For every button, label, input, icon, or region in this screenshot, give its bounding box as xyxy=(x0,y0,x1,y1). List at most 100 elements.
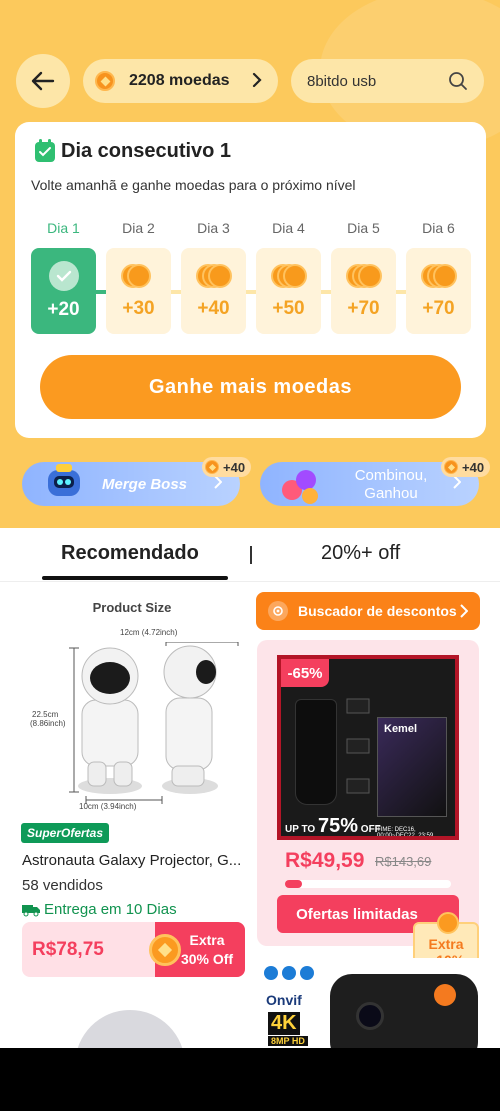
resolution-badge: 4K xyxy=(268,1012,300,1035)
day-label: Dia 4 xyxy=(272,220,305,236)
chevron-right-icon xyxy=(214,475,222,489)
promo-dates: TIME: DEC16, 00:00~DEC22, 23:59 xyxy=(377,827,434,839)
camera-lens xyxy=(356,1002,384,1030)
coin-icon xyxy=(149,934,181,966)
dim-width-label: 12cm (4.72inch) xyxy=(120,628,178,637)
truck-icon xyxy=(22,904,40,916)
super-ofertas-badge: SuperOfertas xyxy=(21,823,110,843)
active-tab-indicator xyxy=(42,576,228,580)
deal-finder-button[interactable]: Buscador de descontos xyxy=(256,592,480,630)
coins-balance-button[interactable]: 2208 moedas xyxy=(83,59,278,103)
deal-old-price: R$143,69 xyxy=(375,854,432,869)
earn-more-coins-button[interactable]: Ganhe mais moedas xyxy=(40,355,461,419)
megapixel-badge: 8MP HD xyxy=(268,1036,308,1046)
coins-icon xyxy=(195,262,232,290)
back-button[interactable] xyxy=(16,54,70,108)
camera-product-image[interactable]: Onvif 4K 8MP HD xyxy=(258,958,482,1048)
combinou-ganhou-bonus: +40 xyxy=(441,457,491,477)
checkin-day-6[interactable]: Dia 6 +70 xyxy=(406,220,471,334)
onvif-logo: Onvif xyxy=(266,992,302,1008)
shipping-info: Entrega em 10 Dias xyxy=(22,901,177,918)
checkin-title: Dia consecutivo 1 xyxy=(35,138,231,163)
coins-icon xyxy=(120,262,157,290)
coin-icon xyxy=(205,460,219,474)
orange-arrow-icon xyxy=(434,984,456,1006)
day-label: Dia 5 xyxy=(347,220,380,236)
checkin-days: Dia 1 +20 Dia 2 +30 Dia 3 +40 Dia 4 +50 Dia 5 +70… xyxy=(31,220,486,340)
radar-icon xyxy=(268,601,288,621)
checkin-day-3[interactable]: Dia 3 +40 xyxy=(181,220,246,334)
tab-discount[interactable]: 20%+ off xyxy=(321,542,400,565)
coin-icon xyxy=(444,460,458,474)
feed-tabs: Recomendado 20%+ off xyxy=(0,528,500,582)
checkin-day-1[interactable]: Dia 1 +20 xyxy=(31,220,96,334)
deal-price: R$49,59 xyxy=(285,849,365,872)
day-reward-amount: +70 xyxy=(422,298,455,319)
chevron-right-icon xyxy=(460,604,468,618)
day-reward-box: +50 xyxy=(256,248,321,334)
merge-boss-label: Merge Boss xyxy=(102,476,188,493)
check-icon xyxy=(48,261,79,291)
dim-base-label: 10cm (3.94inch) xyxy=(79,802,137,811)
arrow-left-icon xyxy=(31,71,55,91)
feature-icons xyxy=(264,966,314,980)
dimension-lines xyxy=(69,642,239,804)
tab-recommended[interactable]: Recomendado xyxy=(61,542,199,565)
combinou-ganhou-label: Combinou, Ganhou xyxy=(354,467,428,502)
day-label: Dia 6 xyxy=(422,220,455,236)
coins-icon xyxy=(420,262,457,290)
day-reward-amount: +40 xyxy=(197,298,230,319)
robot-mascot-icon xyxy=(48,464,80,496)
coins-icon xyxy=(345,262,382,290)
image-heading: Product Size xyxy=(92,600,172,615)
product-card-astronaut[interactable]: Product Size 12cm (4.72inch) 22.5cm (8.8… xyxy=(16,596,248,811)
merge-boss-bonus: +40 xyxy=(202,457,252,477)
calendar-check-icon xyxy=(35,138,55,162)
camera-body xyxy=(330,974,478,1048)
dim-height-inch-label: (8.86inch) xyxy=(30,719,66,728)
search-icon[interactable] xyxy=(448,71,468,91)
coin-icon xyxy=(95,71,115,91)
checkin-day-2[interactable]: Dia 2 +30 xyxy=(106,220,171,334)
chevron-right-icon xyxy=(453,475,461,489)
day-reward-amount: +30 xyxy=(122,298,155,319)
day-reward-amount: +70 xyxy=(347,298,380,319)
day-reward-box: +20 xyxy=(31,248,96,334)
day-reward-box: +30 xyxy=(106,248,171,334)
dim-height-label: 22.5cm xyxy=(32,710,59,719)
rewards-header-section: 2208 moedas 8bitdo usb Dia consecutivo 1… xyxy=(0,0,500,530)
stock-progress-bar xyxy=(285,880,451,888)
chevron-right-icon xyxy=(252,72,262,88)
checkin-day-5[interactable]: Dia 5 +70 xyxy=(331,220,396,334)
product-title[interactable]: Astronauta Galaxy Projector, G... xyxy=(22,852,244,869)
clipper-image xyxy=(295,699,337,805)
product-price: R$78,75 xyxy=(32,939,104,960)
coins-balance: 2208 moedas xyxy=(129,72,230,89)
day-reward-box: +70 xyxy=(406,248,471,334)
checkin-subtitle: Volte amanhã e ganhe moedas para o próxi… xyxy=(31,177,356,193)
day-label: Dia 1 xyxy=(47,220,80,236)
day-reward-amount: +50 xyxy=(272,298,305,319)
day-reward-amount: +20 xyxy=(47,299,80,320)
brand-label: Kemel xyxy=(384,723,418,735)
checkin-day-4[interactable]: Dia 4 +50 xyxy=(256,220,321,334)
comb-icons xyxy=(346,698,370,794)
day-label: Dia 2 xyxy=(122,220,155,236)
discount-badge: -65% xyxy=(281,659,329,687)
search-value: 8bitdo usb xyxy=(307,72,377,90)
sold-count: 58 vendidos xyxy=(22,877,103,894)
gems-icon xyxy=(282,470,318,504)
up-to-banner: UP TO 75% OFF xyxy=(285,815,381,837)
system-navigation-bar xyxy=(0,1048,500,1111)
day-reward-box: +40 xyxy=(181,248,246,334)
day-label: Dia 3 xyxy=(197,220,230,236)
search-input[interactable]: 8bitdo usb xyxy=(291,59,484,103)
deal-product-image[interactable]: -65% Kemel UP TO 75% OFF TIME: DEC16, 00… xyxy=(277,655,459,840)
day-reward-box: +70 xyxy=(331,248,396,334)
coins-icon xyxy=(270,262,307,290)
tab-divider xyxy=(250,546,252,564)
product-image[interactable]: Product Size 12cm (4.72inch) 22.5cm (8.8… xyxy=(16,596,248,811)
price-box[interactable]: R$78,75 Extra 30% Off xyxy=(22,922,245,977)
coin-icon xyxy=(437,912,459,934)
limited-deal-card[interactable]: -65% Kemel UP TO 75% OFF TIME: DEC16, 00… xyxy=(257,640,479,946)
